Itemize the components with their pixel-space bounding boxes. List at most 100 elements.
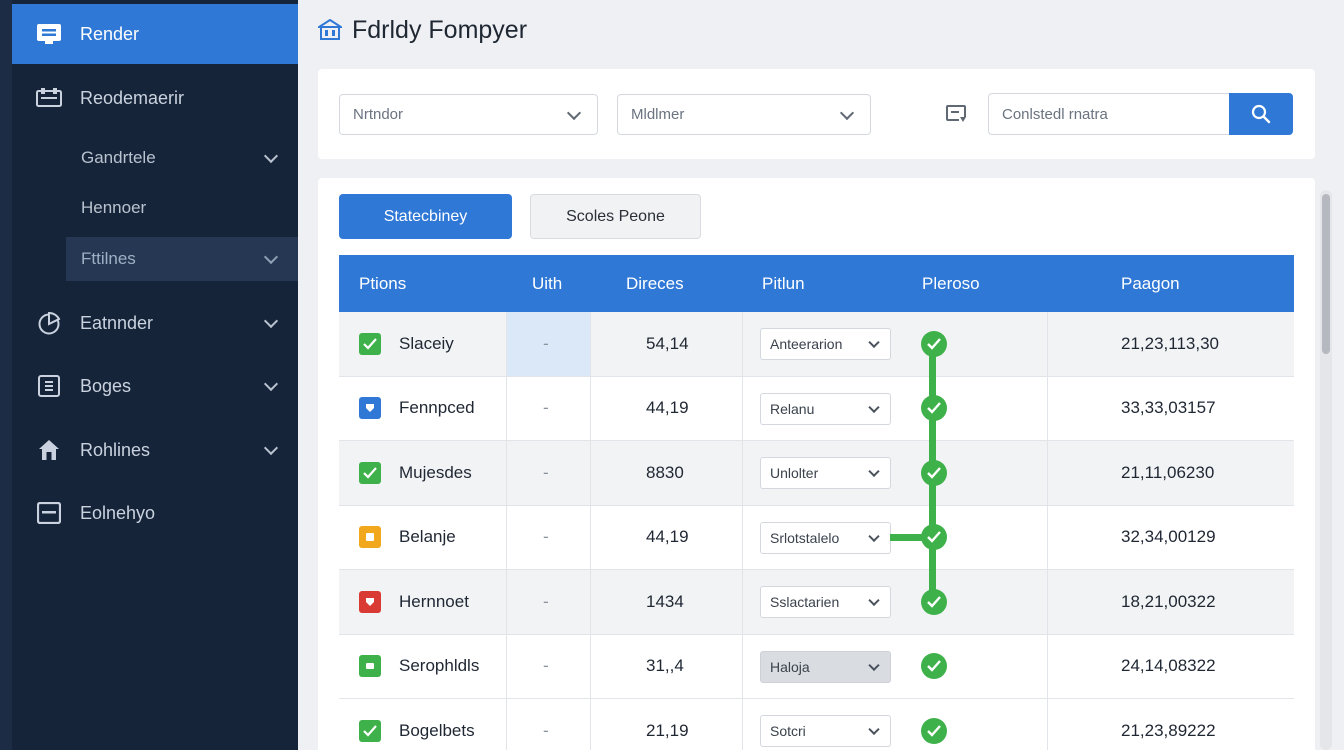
sidebar-item-eatnnder[interactable]: Eatnnder	[12, 301, 298, 345]
row-total: 24,14,08322	[1121, 656, 1216, 676]
table-row[interactable]: Hernnoet - 1434 Sslactarien 18,21,00322	[339, 570, 1294, 635]
sidebar-item-label: Boges	[80, 375, 132, 396]
search-icon	[1251, 104, 1271, 124]
table-row[interactable]: Serophldls - 31,,4 Haloja 24,14,08322	[339, 634, 1294, 699]
column-header-pitlun[interactable]: Pitlun	[762, 255, 805, 312]
column-header-ptions[interactable]: Ptions	[359, 255, 406, 312]
table-row[interactable]: Fennpced - 44,19 Relanu 33,33,03157	[339, 376, 1294, 441]
row-name: Mujesdes	[399, 462, 472, 482]
sidebar-item-label: Reodemaerir	[80, 87, 185, 108]
table-header: Ptions Uith Direces Pitlun Pleroso Paago…	[339, 255, 1294, 312]
row-unit: -	[543, 333, 549, 353]
row-unit: -	[543, 720, 549, 740]
row-total: 21,11,06230	[1121, 462, 1215, 482]
filter-dropdown-1[interactable]: Nrtndor	[339, 94, 598, 135]
data-table: Ptions Uith Direces Pitlun Pleroso Paago…	[339, 255, 1294, 750]
row-option-dropdown[interactable]: Relanu	[760, 392, 891, 425]
filter-icon[interactable]	[945, 103, 969, 125]
sidebar-item-label: Eatnnder	[80, 312, 154, 333]
check-circle-icon	[921, 459, 947, 486]
sidebar-item-boges[interactable]: Boges	[12, 364, 298, 408]
row-name: Serophldls	[399, 656, 480, 676]
check-circle-icon	[921, 330, 947, 357]
window-icon	[36, 501, 62, 525]
column-header-direces[interactable]: Direces	[626, 255, 684, 312]
check-icon[interactable]	[359, 655, 381, 678]
tab-secondary[interactable]: Scoles Peone	[530, 194, 701, 239]
inbox-icon	[37, 24, 61, 44]
sidebar-subitem-fttilnes[interactable]: Fttilnes	[66, 237, 298, 281]
sidebar-item-render[interactable]: Render	[12, 4, 298, 64]
check-circle-icon	[921, 653, 947, 680]
row-value: 54,14	[646, 333, 689, 353]
dropdown-value: Nrtndor	[353, 106, 404, 123]
sidebar-subitem-gandrtele[interactable]: Gandrtele	[66, 136, 298, 180]
tab-primary[interactable]: Statecbiney	[339, 194, 512, 239]
row-unit: -	[543, 527, 549, 547]
chevron-down-icon	[868, 594, 880, 607]
check-circle-icon	[921, 395, 947, 422]
filter-dropdown-2[interactable]: Mldlmer	[617, 94, 871, 135]
check-circle-icon	[921, 717, 947, 744]
dashboard-icon	[36, 86, 62, 110]
row-option-dropdown[interactable]: Sotcri	[760, 715, 891, 747]
row-option-dropdown[interactable]: Haloja	[760, 650, 891, 683]
table-row[interactable]: Slaceiy - 54,14 Anteerarion 21,23,113,30	[339, 312, 1294, 377]
sidebar-item-label: Fttilnes	[81, 249, 136, 268]
chevron-down-icon	[263, 376, 279, 392]
row-option-dropdown[interactable]: Srlotstalelo	[760, 521, 891, 554]
column-header-pleroso[interactable]: Pleroso	[922, 255, 980, 312]
row-total: 18,21,00322	[1121, 591, 1216, 611]
sidebar-item-reodemaerir[interactable]: Reodemaerir	[12, 76, 298, 120]
shield-icon[interactable]	[359, 397, 381, 420]
check-circle-icon	[921, 524, 947, 551]
chevron-down-icon	[868, 401, 880, 413]
sidebar-item-label: Eolnehyo	[80, 502, 156, 523]
chevron-down-icon	[263, 148, 279, 164]
row-value: 31,,4	[646, 656, 684, 676]
page-title: Fdrldy Fompyer	[352, 15, 528, 44]
row-option-dropdown[interactable]: Anteerarion	[760, 328, 891, 360]
chevron-down-icon	[263, 440, 279, 456]
chevron-down-icon	[868, 465, 880, 478]
row-option-dropdown[interactable]: Sslactarien	[760, 586, 891, 618]
warning-icon[interactable]	[359, 526, 381, 549]
dropdown-value: Srlotstalelo	[770, 529, 840, 546]
chevron-down-icon	[566, 105, 582, 120]
search-input[interactable]	[988, 93, 1230, 135]
row-value: 44,19	[646, 527, 689, 547]
table-panel: Statecbiney Scoles Peone Ptions Uith Dir…	[318, 178, 1315, 750]
check-icon[interactable]	[359, 719, 381, 742]
page-header: Fdrldy Fompyer	[318, 14, 527, 46]
row-option-dropdown[interactable]: Unlolter	[760, 457, 891, 489]
table-row[interactable]: Mujesdes - 8830 Unlolter 21,11,06230	[339, 441, 1294, 506]
row-total: 33,33,03157	[1121, 398, 1216, 418]
chevron-down-icon	[263, 313, 279, 329]
scrollbar-thumb[interactable]	[1322, 194, 1330, 354]
table-row[interactable]: Bogelbets - 21,19 Sotcri 21,23,89222	[339, 699, 1294, 750]
chevron-down-icon	[263, 249, 279, 265]
check-icon[interactable]	[359, 332, 381, 355]
sidebar-item-rohlines[interactable]: Rohlines	[12, 428, 298, 472]
search-button[interactable]	[1229, 93, 1293, 135]
error-icon[interactable]	[359, 590, 381, 613]
sidebar-item-label: Gandrtele	[81, 148, 156, 167]
chevron-down-icon	[839, 105, 855, 120]
row-value: 21,19	[646, 720, 689, 740]
row-name: Bogelbets	[399, 720, 475, 740]
table-row[interactable]: Belanje - 44,19 Srlotstalelo 32,34,00129	[339, 505, 1294, 570]
column-header-uith[interactable]: Uith	[532, 255, 562, 312]
dropdown-value: Sotcri	[770, 723, 806, 739]
chevron-down-icon	[868, 530, 880, 542]
dropdown-value: Unlolter	[770, 465, 819, 481]
building-icon	[318, 19, 342, 40]
sidebar-item-eolnehyo[interactable]: Eolnehyo	[12, 491, 298, 535]
check-icon[interactable]	[359, 461, 381, 484]
row-name: Slaceiy	[399, 333, 454, 353]
sidebar-edge	[0, 0, 12, 750]
column-header-paagon[interactable]: Paagon	[1121, 255, 1180, 312]
dropdown-value: Haloja	[770, 658, 810, 675]
sidebar-subitem-hennoer[interactable]: Hennoer	[66, 186, 298, 230]
row-total: 21,23,89222	[1121, 720, 1216, 740]
chevron-down-icon	[868, 723, 880, 736]
